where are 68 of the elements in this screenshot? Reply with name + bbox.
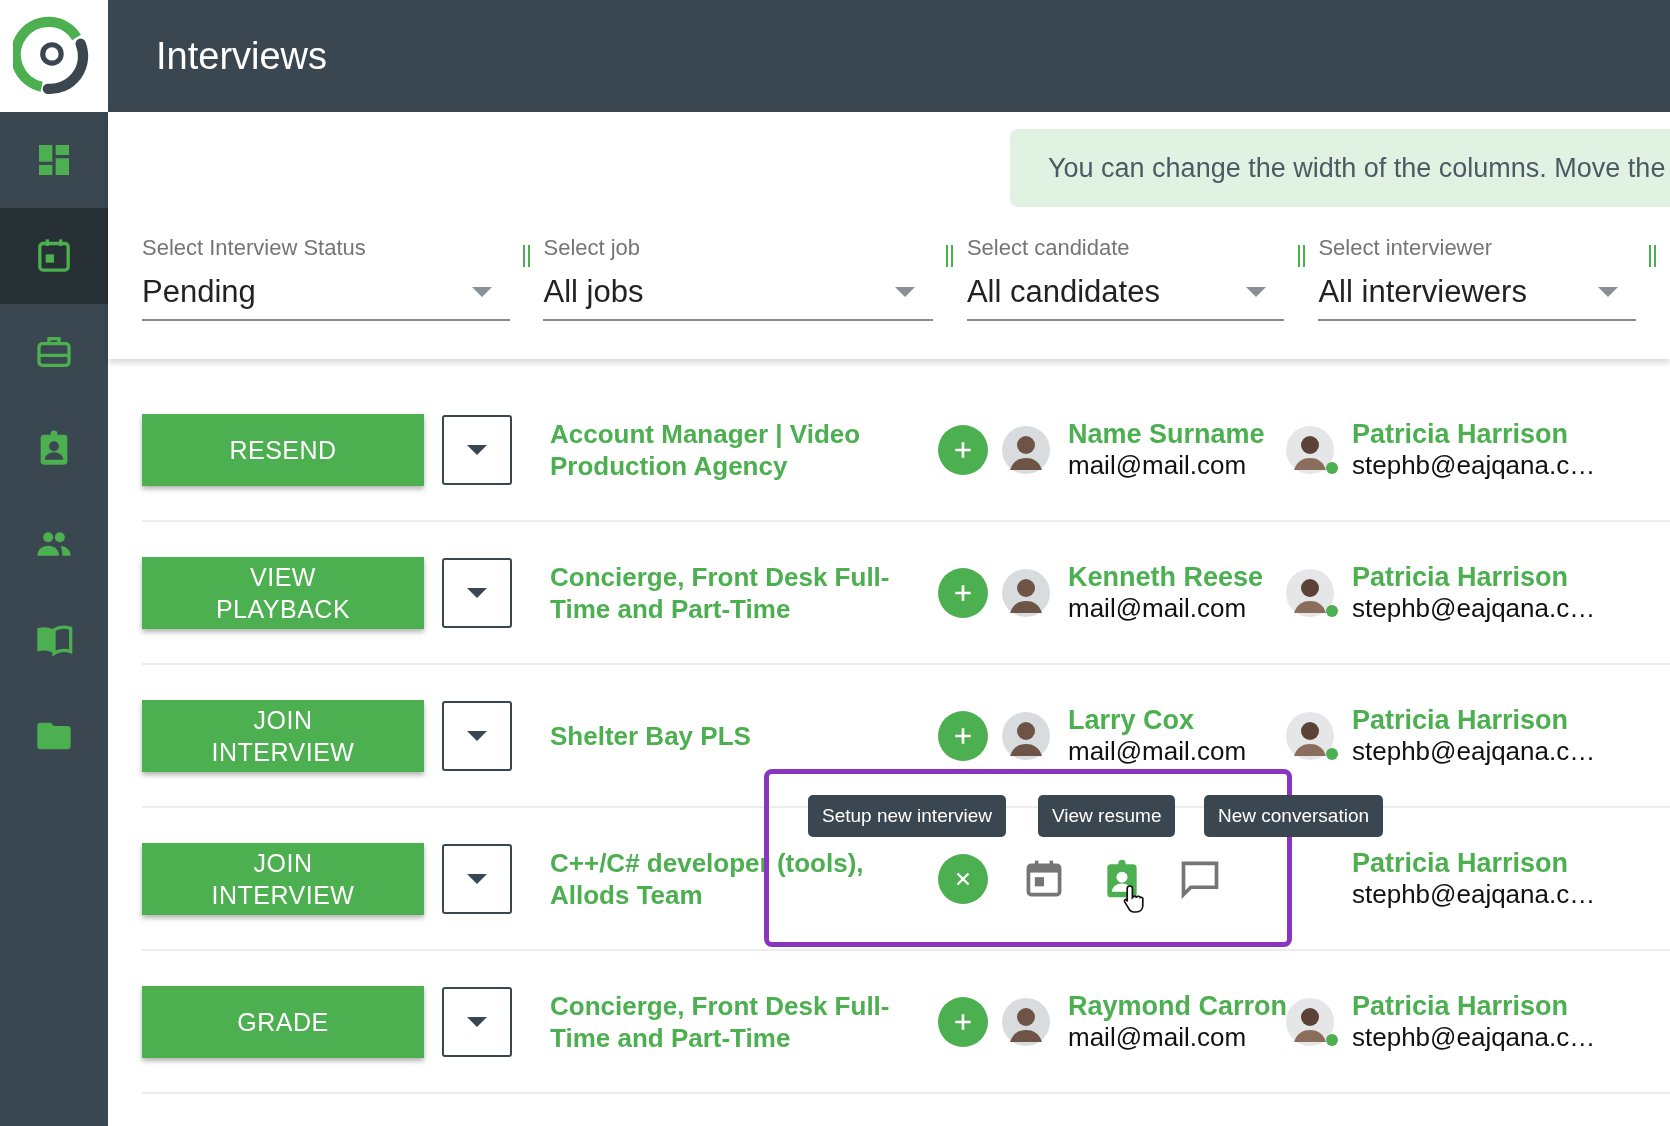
avatar-icon: [1002, 568, 1050, 617]
tooltip: View resume: [1038, 794, 1176, 837]
avatar-icon: [1002, 425, 1050, 474]
caret-icon: [471, 287, 492, 297]
interviewer-email: stephb@eajqana.c…: [1352, 449, 1596, 481]
interviewer-email: stephb@eajqana.c…: [1352, 592, 1596, 624]
close-button[interactable]: [938, 853, 988, 904]
candidate-name[interactable]: Kenneth Reese: [1068, 561, 1264, 593]
job-link[interactable]: Account Manager | Video Production Agency: [550, 417, 938, 482]
avatar-icon: [1286, 425, 1334, 474]
job-link[interactable]: Concierge, Front Desk Full-Time and Part-Time: [550, 989, 938, 1054]
candidate-email: mail@mail.com: [1068, 735, 1247, 767]
caret-icon: [894, 287, 915, 297]
filter-dropdown[interactable]: All candidates: [966, 265, 1285, 321]
interviewer-email: stephb@eajqana.c…: [1352, 878, 1596, 910]
filter-dropdown[interactable]: All interviewers: [1318, 265, 1636, 321]
dropdown-button[interactable]: [442, 557, 512, 628]
interviewer-name[interactable]: Patricia Harrison: [1352, 561, 1596, 593]
add-button[interactable]: [938, 567, 988, 618]
tooltip: New conversation: [1204, 794, 1384, 837]
candidate-name[interactable]: Larry Cox: [1068, 704, 1247, 736]
caret-icon: [1598, 287, 1618, 297]
page-title: Interviews: [156, 34, 328, 78]
candidate-email: mail@mail.com: [1068, 592, 1248, 624]
caret-icon: [467, 444, 487, 455]
filter-label: Select candidate: [966, 235, 1131, 262]
dropdown-button[interactable]: [442, 700, 512, 771]
interviewer-name[interactable]: Patricia Harrison: [1352, 990, 1596, 1022]
dropdown-button[interactable]: [442, 986, 512, 1057]
tooltip: Setup new interview: [808, 794, 1007, 837]
action-button[interactable]: GRADE: [142, 985, 424, 1058]
filter-label: Select job: [543, 235, 642, 262]
interviewer-name[interactable]: Patricia Harrison: [1352, 418, 1596, 450]
tip-text: You can change the width of the columns. Move the: [1048, 152, 1666, 184]
caret-icon: [467, 730, 487, 741]
action-button[interactable]: JOIN INTERVIEW: [142, 842, 424, 915]
filter-label: Select Interview Status: [142, 235, 367, 262]
caret-icon: [467, 587, 487, 598]
interviewer-name[interactable]: Patricia Harrison: [1352, 704, 1596, 736]
candidate-email: mail@mail.com: [1068, 449, 1248, 481]
action-button[interactable]: JOIN INTERVIEW: [142, 699, 424, 772]
filter-dropdown[interactable]: Pending: [142, 265, 510, 321]
avatar-icon: [1002, 997, 1050, 1046]
filter-dropdown[interactable]: All jobs: [543, 265, 933, 321]
action-button[interactable]: VIEW PLAYBACK: [142, 556, 424, 629]
add-button[interactable]: [938, 996, 988, 1047]
sidebar-item[interactable]: [0, 208, 108, 304]
candidate-name[interactable]: Raymond Carron: [1068, 990, 1288, 1022]
avatar-icon: [1286, 997, 1334, 1046]
action-button[interactable]: RESEND: [142, 413, 424, 486]
interviewer-email: stephb@eajqana.c…: [1352, 1021, 1596, 1053]
candidate-email: mail@mail.com: [1068, 1021, 1248, 1053]
add-button[interactable]: [938, 424, 988, 475]
interviewer-name[interactable]: Patricia Harrison: [1352, 847, 1596, 879]
candidate-name[interactable]: Name Surname: [1068, 418, 1265, 450]
filter-label: Select interviewer: [1318, 235, 1494, 262]
avatar-icon: [1286, 711, 1334, 760]
caret-icon: [1246, 287, 1267, 297]
caret-icon: [467, 873, 487, 884]
caret-icon: [467, 1016, 487, 1027]
dropdown-button[interactable]: [442, 843, 512, 914]
job-link[interactable]: Shelter Bay PLS: [550, 719, 938, 752]
avatar-icon: [1002, 711, 1050, 760]
dropdown-button[interactable]: [442, 414, 512, 485]
job-link[interactable]: Concierge, Front Desk Full-Time and Part-Time: [550, 560, 938, 625]
add-button[interactable]: [938, 710, 988, 761]
avatar-icon: [1286, 568, 1334, 617]
interviewer-email: stephb@eajqana.c…: [1352, 735, 1596, 767]
